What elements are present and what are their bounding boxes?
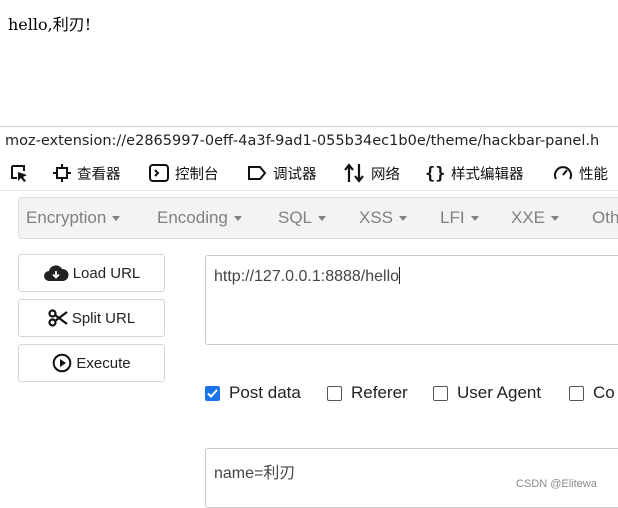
menu-sql-label: SQL — [278, 208, 313, 227]
checkbox-checked — [205, 385, 220, 401]
inspector-icon — [53, 164, 71, 182]
split-url-button[interactable]: Split URL — [18, 299, 165, 337]
tab-console[interactable]: 控制台 — [149, 156, 219, 190]
menu-encryption[interactable]: Encryption — [26, 198, 121, 238]
user-agent-label: User Agent — [457, 383, 542, 402]
checkbox-unchecked — [569, 385, 584, 401]
chevron-down-icon — [551, 216, 560, 222]
tab-inspector[interactable]: 查看器 — [53, 156, 121, 190]
checkbox-unchecked — [433, 385, 448, 401]
menu-lfi-label: LFI — [440, 208, 465, 227]
tab-network-label: 网络 — [371, 166, 400, 183]
execute-button[interactable]: Execute — [18, 344, 165, 382]
tab-style-editor-label: 样式编辑器 — [451, 166, 524, 183]
cookies-label: Co — [593, 383, 615, 402]
performance-gauge-icon — [554, 166, 572, 180]
chevron-down-icon — [233, 216, 242, 222]
menu-encoding[interactable]: Encoding — [157, 198, 242, 238]
watermark: CSDN @Elitewa — [516, 478, 597, 490]
post-data-label: Post data — [229, 383, 301, 402]
debugger-icon — [248, 166, 267, 180]
referer-label: Referer — [351, 383, 408, 402]
cloud-download-icon — [43, 265, 69, 281]
tab-inspector-label: 查看器 — [77, 166, 121, 183]
checkmark-icon — [207, 388, 218, 398]
text-cursor — [399, 267, 401, 284]
cookies-checkbox[interactable]: Co — [569, 381, 615, 405]
tab-performance[interactable]: 性能 — [553, 156, 608, 190]
menu-encoding-label: Encoding — [157, 208, 228, 227]
post-data-value: name=利刃 — [214, 465, 296, 482]
post-data-checkbox[interactable]: Post data — [205, 381, 301, 405]
chevron-down-icon — [318, 216, 327, 222]
page-body-text: hello,利刃! — [8, 15, 92, 34]
menu-lfi[interactable]: LFI — [440, 198, 479, 238]
hackbar-menu: Encryption Encoding SQL XSS LFI XXE Oth — [18, 197, 618, 239]
menu-xss[interactable]: XSS — [359, 198, 408, 238]
menu-encryption-label: Encryption — [26, 208, 107, 227]
tab-network[interactable]: 网络 — [343, 156, 400, 190]
network-arrows-icon — [344, 163, 364, 183]
menu-other-label: Oth — [592, 208, 618, 227]
execute-label: Execute — [76, 354, 131, 372]
checkbox-unchecked — [327, 385, 342, 401]
tab-performance-label: 性能 — [579, 166, 608, 183]
referer-checkbox[interactable]: Referer — [327, 381, 408, 405]
tab-debugger[interactable]: 调试器 — [247, 156, 317, 190]
tab-console-label: 控制台 — [175, 166, 219, 183]
devtools-toolbar: 查看器 控制台 调试器 网络 {} 样式编辑器 性能 — [0, 156, 618, 191]
braces-icon: {} — [425, 164, 445, 182]
url-input-value: http://127.0.0.1:8888/hello — [214, 268, 400, 285]
tab-style-editor[interactable]: {} 样式编辑器 — [425, 156, 524, 190]
url-input[interactable]: http://127.0.0.1:8888/hello — [205, 255, 618, 345]
chevron-down-icon — [470, 216, 479, 222]
element-picker-button[interactable] — [9, 156, 35, 190]
menu-xxe-label: XXE — [511, 208, 546, 227]
play-icon — [53, 353, 72, 373]
menu-other[interactable]: Oth — [592, 198, 618, 238]
user-agent-checkbox[interactable]: User Agent — [433, 381, 541, 405]
menu-sql[interactable]: SQL — [278, 198, 327, 238]
chevron-down-icon — [399, 216, 408, 222]
extension-url: moz-extension://e2865997-0eff-4a3f-9ad1-… — [0, 126, 618, 154]
menu-xxe[interactable]: XXE — [511, 198, 560, 238]
split-url-label: Split URL — [71, 309, 136, 327]
scissors-icon — [48, 309, 68, 327]
svg-text:{}: {} — [425, 164, 445, 182]
element-picker-icon — [11, 165, 27, 182]
tab-debugger-label: 调试器 — [273, 166, 317, 183]
load-url-label: Load URL — [72, 264, 141, 282]
menu-xss-label: XSS — [359, 208, 394, 227]
console-icon — [149, 164, 169, 182]
chevron-down-icon — [112, 216, 121, 222]
load-url-button[interactable]: Load URL — [18, 254, 165, 292]
devtools-panel: moz-extension://e2865997-0eff-4a3f-9ad1-… — [0, 126, 618, 508]
